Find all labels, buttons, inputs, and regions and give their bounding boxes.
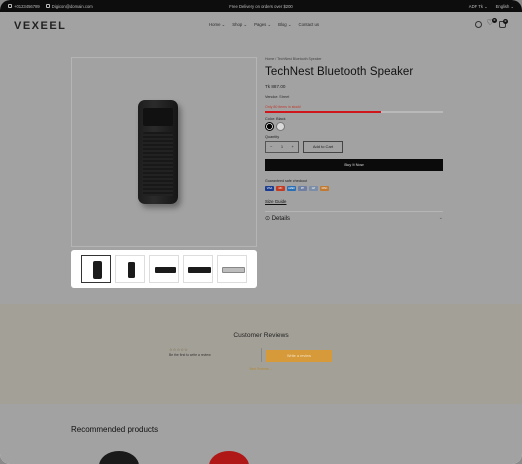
paypal-icon: PP bbox=[298, 185, 307, 191]
reviews-sort-dropdown[interactable]: Best Reviews ⌄ bbox=[0, 367, 522, 371]
email-link[interactable]: Digicon@domain.com bbox=[45, 4, 93, 9]
gpay-icon: GP bbox=[309, 185, 318, 191]
color-swatches bbox=[265, 121, 443, 131]
stock-text: Only 80 items in stock! bbox=[265, 105, 302, 109]
qty-minus-button[interactable]: − bbox=[270, 144, 272, 149]
wishlist-count: 0 bbox=[492, 18, 497, 23]
wishlist-icon[interactable]: 0 bbox=[487, 18, 497, 28]
language-selector[interactable]: English ⌄ bbox=[496, 4, 514, 9]
nav-blog[interactable]: Blog ⌄ bbox=[278, 22, 291, 28]
nav-pages[interactable]: Pages ⌄ bbox=[254, 22, 271, 28]
thumbnail-4[interactable] bbox=[183, 255, 213, 283]
size-guide-link[interactable]: Size Guide bbox=[265, 199, 443, 204]
recommended-product-1[interactable] bbox=[71, 447, 163, 464]
thumbnail-2[interactable] bbox=[115, 255, 145, 283]
currency-selector[interactable]: ADF Tk ⌄ bbox=[469, 4, 488, 9]
phone-icon bbox=[8, 4, 12, 9]
stock-progress-fill bbox=[265, 111, 381, 113]
thumbnail-3[interactable] bbox=[149, 255, 179, 283]
recommended-section: Recommended products bbox=[0, 404, 522, 464]
product-price: Tk 887.00 bbox=[265, 84, 286, 89]
mail-icon bbox=[45, 4, 50, 9]
thumbnail-strip bbox=[71, 250, 257, 288]
breadcrumb[interactable]: Home / TechNest Bluetooth Speaker bbox=[265, 57, 443, 61]
star-rating: ☆☆☆☆☆ bbox=[169, 347, 188, 352]
quantity-label: Quantity bbox=[265, 134, 280, 139]
visa-icon: VISA bbox=[265, 185, 274, 191]
cart-icon[interactable]: 0 bbox=[499, 19, 508, 28]
product-title: TechNest Bluetooth Speaker bbox=[265, 66, 414, 78]
details-accordion[interactable]: ⊙ Details ⌄ bbox=[265, 210, 443, 222]
customer-reviews-section: Customer Reviews ☆☆☆☆☆ Be the first to w… bbox=[0, 304, 522, 404]
nav-shop[interactable]: Shop ⌄ bbox=[232, 22, 247, 28]
phone-link[interactable]: +0123456789 bbox=[8, 4, 40, 9]
vendor: Vendor: Street bbox=[265, 95, 290, 99]
color-label: Color: Black bbox=[265, 116, 286, 121]
cart-count: 0 bbox=[503, 19, 508, 24]
recommended-product-3[interactable] bbox=[263, 447, 355, 464]
discover-icon: DISC bbox=[320, 185, 329, 191]
mastercard-icon: MC bbox=[276, 185, 285, 191]
speaker-image bbox=[138, 100, 178, 204]
details-icon: ⊙ bbox=[265, 215, 272, 222]
product-info: Home / TechNest Bluetooth Speaker TechNe… bbox=[265, 57, 443, 222]
reviews-title: Customer Reviews bbox=[233, 332, 289, 339]
first-review-text: Be the first to write a review bbox=[169, 353, 211, 357]
amex-icon: AMEX bbox=[287, 185, 296, 191]
vendor-name[interactable]: Street bbox=[279, 95, 289, 99]
nav-home[interactable]: Home ⌄ bbox=[209, 22, 225, 28]
write-review-button[interactable]: Write a review bbox=[266, 350, 332, 362]
recommended-product-2[interactable] bbox=[167, 447, 259, 464]
product-main-image[interactable] bbox=[71, 57, 257, 247]
reviews-divider bbox=[261, 348, 262, 362]
thumbnail-1[interactable] bbox=[81, 255, 111, 283]
chevron-down-icon: ⌄ bbox=[438, 214, 443, 221]
thumbnail-5[interactable] bbox=[217, 255, 247, 283]
main-nav: Home ⌄ Shop ⌄ Pages ⌄ Blog ⌄ Contact us bbox=[209, 22, 319, 28]
stock-progress bbox=[265, 111, 443, 113]
payment-icons: VISA MC AMEX PP GP DISC bbox=[265, 185, 443, 191]
site-header: VEXEEL Home ⌄ Shop ⌄ Pages ⌄ Blog ⌄ Cont… bbox=[0, 12, 522, 40]
recommended-product-4[interactable] bbox=[359, 447, 451, 464]
recommended-grid bbox=[71, 447, 451, 464]
logo[interactable]: VEXEEL bbox=[14, 20, 66, 32]
details-label: Details bbox=[271, 215, 291, 222]
nav-contact[interactable]: Contact us bbox=[299, 22, 320, 28]
page: +0123456789 Digicon@domain.com Free Deli… bbox=[0, 0, 522, 464]
announcement-bar: +0123456789 Digicon@domain.com Free Deli… bbox=[0, 0, 522, 12]
quantity-stepper[interactable]: − 1 + bbox=[265, 140, 299, 153]
recommended-title: Recommended products bbox=[71, 425, 159, 434]
qty-value[interactable]: 1 bbox=[281, 144, 283, 149]
add-to-cart-button[interactable]: Add to Cart bbox=[303, 140, 343, 153]
qty-plus-button[interactable]: + bbox=[291, 144, 293, 149]
swatch-white[interactable] bbox=[276, 121, 285, 131]
swatch-black[interactable] bbox=[265, 121, 274, 131]
buy-now-button[interactable]: Buy It Now bbox=[265, 158, 443, 171]
guarantee-text: Guaranteed safe checkout bbox=[265, 178, 308, 183]
search-icon[interactable] bbox=[475, 21, 482, 28]
